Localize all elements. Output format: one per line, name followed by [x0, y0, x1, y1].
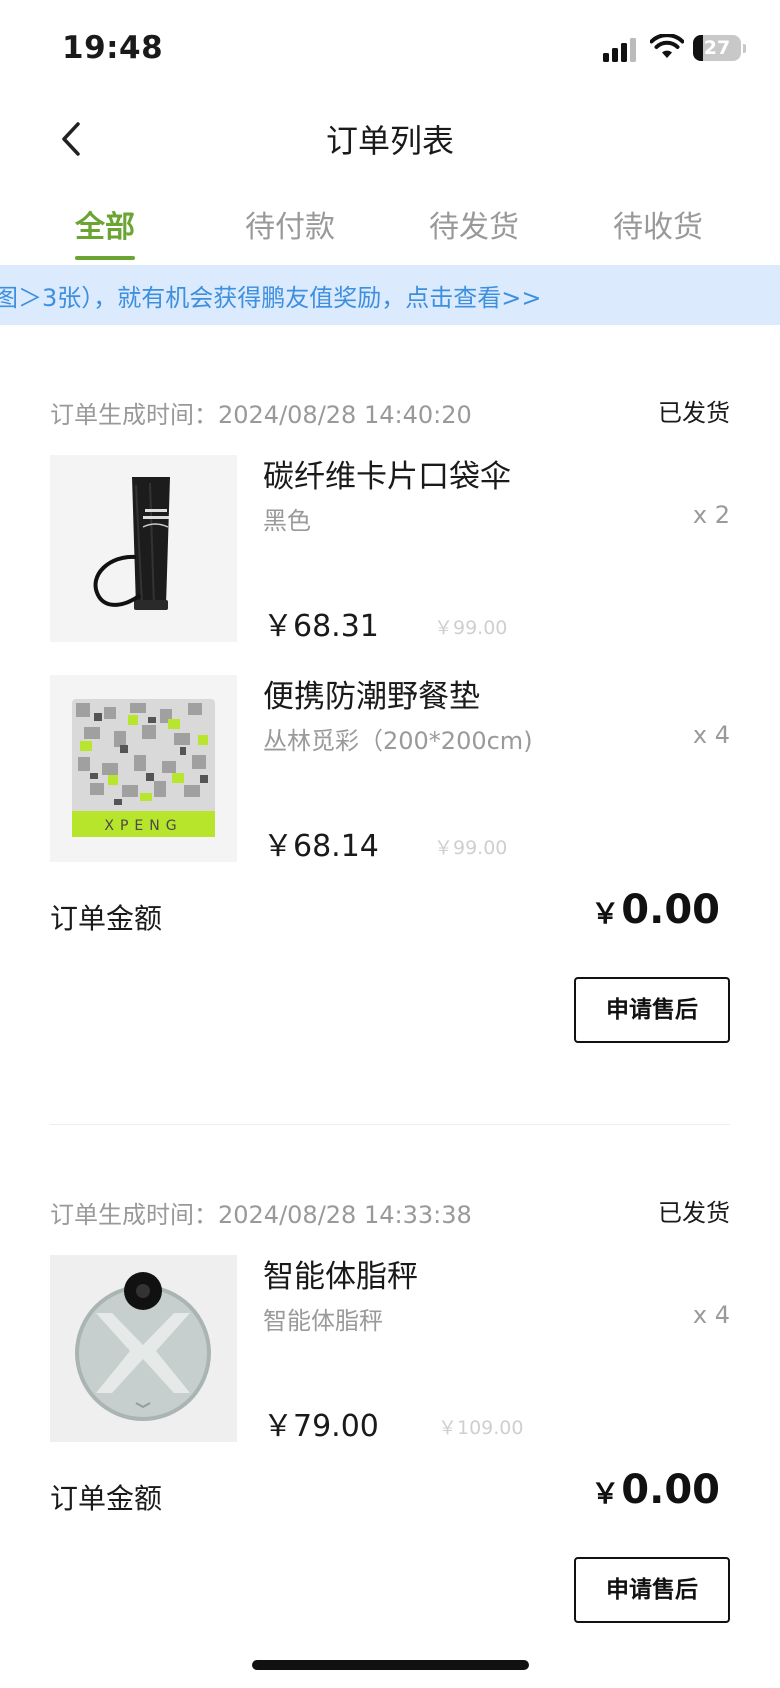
order-amount-value: 0.00 [621, 1467, 720, 1513]
wifi-icon [650, 34, 684, 58]
product-spec: 丛林觅彩（200*200cm) [263, 727, 533, 755]
order-actions: 申请售后 [50, 977, 730, 1047]
battery-icon: 27 [693, 35, 741, 61]
product-price: ￥79.00 [263, 1409, 379, 1444]
order-time: 订单生成时间：2024/08/28 14:33:38 [50, 1201, 472, 1229]
order-header: 订单生成时间：2024/08/28 14:40:20 已发货 [50, 391, 730, 431]
tab-pending-payment[interactable]: 待付款 [220, 202, 360, 246]
order-time: 订单生成时间：2024/08/28 14:40:20 [50, 401, 472, 429]
order-amount: ￥0.00 [591, 887, 720, 933]
product-qty: x 4 [692, 721, 730, 749]
active-tab-indicator [75, 256, 135, 260]
order-amount-label: 订单金额 [50, 902, 163, 935]
product-spec: 智能体脂秤 [263, 1307, 383, 1335]
battery-tip [743, 44, 746, 53]
status-bar: 19:48 27 [0, 0, 780, 100]
tab-all[interactable]: 全部 [35, 202, 175, 246]
order-item[interactable]: 碳纤维卡片口袋伞 黑色 x 2 ￥68.31 ￥99.00 [50, 455, 730, 645]
product-original-price: ￥99.00 [434, 617, 508, 639]
order-amount-row: 订单金额 ￥0.00 [50, 1467, 730, 1527]
product-name: 便携防潮野餐垫 [263, 679, 480, 715]
product-name: 智能体脂秤 [263, 1259, 418, 1295]
order-amount-row: 订单金额 ￥0.00 [50, 887, 730, 947]
apply-after-sale-button[interactable]: 申请售后 [574, 1557, 730, 1623]
page-title: 订单列表 [325, 122, 454, 160]
order-amount-value: 0.00 [621, 887, 720, 933]
order-amount-label: 订单金额 [50, 1482, 163, 1515]
tab-pending-receipt[interactable]: 待收货 [588, 202, 728, 246]
product-name: 碳纤维卡片口袋伞 [263, 459, 511, 495]
currency-symbol: ￥ [591, 897, 620, 930]
product-price: ￥68.14 [263, 829, 379, 864]
promo-banner[interactable]: 图＞3张），就有机会获得鹏友值奖励，点击查看>> [0, 265, 780, 325]
order-list-page: 19:48 27 订单列表 全部 待付款 待发货 待收货 图＞3张），就有机会获… [0, 0, 780, 1688]
home-indicator[interactable] [252, 1660, 529, 1670]
order-status: 已发货 [658, 1199, 730, 1227]
tab-pending-shipment[interactable]: 待发货 [404, 202, 544, 246]
order-amount: ￥0.00 [591, 1467, 720, 1513]
order-divider [50, 1124, 730, 1125]
mat-logo-text: XPENG [104, 818, 182, 834]
order-card: 订单生成时间：2024/08/28 14:40:20 已发货 碳纤维卡片口袋伞 [50, 391, 730, 1047]
order-item[interactable]: 智能体脂秤 智能体脂秤 x 4 ￥79.00 ￥109.00 [50, 1255, 730, 1445]
product-qty: x 4 [692, 1301, 730, 1329]
order-card: 订单生成时间：2024/08/28 14:33:38 已发货 智能体脂秤 智能体… [50, 1191, 730, 1627]
cellular-signal-icon [603, 38, 639, 62]
product-original-price: ￥109.00 [438, 1417, 524, 1439]
currency-symbol: ￥ [591, 1477, 620, 1510]
product-spec: 黑色 [263, 507, 311, 535]
battery-level: 27 [703, 37, 731, 59]
product-qty: x 2 [692, 501, 730, 529]
order-actions: 申请售后 [50, 1557, 730, 1627]
product-image-body-fat-scale [50, 1255, 237, 1442]
product-image-picnic-mat: XPENG [50, 675, 237, 862]
apply-after-sale-button[interactable]: 申请售后 [574, 977, 730, 1043]
product-original-price: ￥99.00 [434, 837, 508, 859]
order-header: 订单生成时间：2024/08/28 14:33:38 已发货 [50, 1191, 730, 1231]
product-price: ￥68.31 [263, 609, 379, 644]
order-status: 已发货 [658, 399, 730, 427]
order-tabs: 全部 待付款 待发货 待收货 [0, 190, 780, 266]
promo-banner-text: 图＞3张），就有机会获得鹏友值奖励，点击查看>> [0, 284, 542, 312]
product-image-umbrella [50, 455, 237, 642]
nav-bar: 订单列表 [0, 100, 780, 180]
status-time: 19:48 [62, 30, 164, 66]
order-item[interactable]: XPENG 便携防潮野餐垫 丛林觅彩（200*200cm) x 4 ￥68.14… [50, 675, 730, 865]
